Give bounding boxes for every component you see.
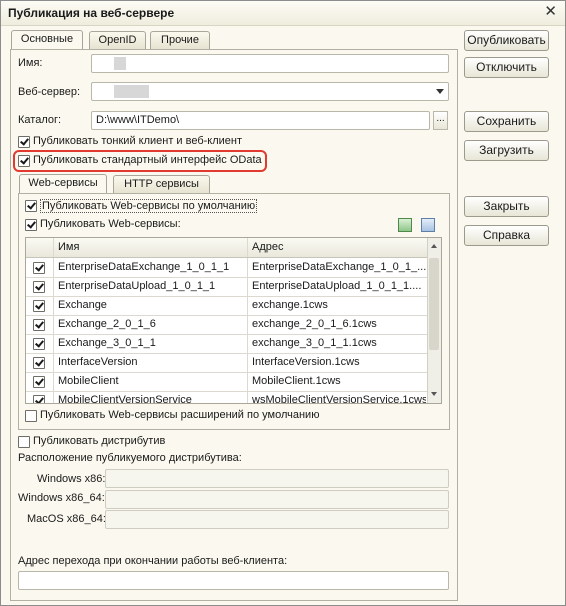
title-bar: Публикация на веб-сервере ✕	[1, 1, 565, 26]
row-checkbox[interactable]	[33, 395, 45, 403]
catalog-input[interactable]: D:\www\ITDemo\	[91, 111, 430, 130]
ws-default-checkbox[interactable]	[25, 200, 37, 212]
row-address: EnterpriseDataUpload_1_0_1_1....	[252, 280, 422, 292]
row-checkbox[interactable]	[33, 376, 45, 388]
table-header: Имя Адрес	[26, 238, 428, 258]
row-address: wsMobileClientVersionService.1cws	[252, 394, 426, 404]
ws-table: Имя Адрес EnterpriseDataExchange_1_0_1_1…	[25, 237, 442, 404]
win64-input[interactable]	[105, 490, 449, 509]
ws-default-label: Публиковать Web-сервисы по умолчанию	[40, 199, 258, 213]
scroll-down-icon[interactable]	[431, 392, 437, 396]
help-button[interactable]: Справка	[464, 225, 549, 246]
thin-client-label: Публиковать тонкий клиент и веб-клиент	[33, 135, 243, 147]
redirect-label: Адрес перехода при окончании работы веб-…	[18, 555, 288, 567]
row-address: exchange.1cws	[252, 299, 328, 311]
table-row[interactable]: MobileClient MobileClient.1cws	[26, 372, 427, 392]
publish-button[interactable]: Опубликовать	[464, 30, 549, 51]
server-select[interactable]	[91, 82, 449, 101]
row-checkbox[interactable]	[33, 281, 45, 293]
row-name: Exchange	[58, 299, 107, 311]
name-input[interactable]	[91, 54, 449, 73]
table-row[interactable]: EnterpriseDataUpload_1_0_1_1 EnterpriseDa…	[26, 277, 427, 297]
redacted-value	[114, 85, 149, 98]
disable-button[interactable]: Отключить	[464, 57, 549, 78]
load-button[interactable]: Загрузить	[464, 140, 549, 161]
row-address: exchange_3_0_1_1.1cws	[252, 337, 377, 349]
row-name: Exchange_3_0_1_1	[58, 337, 156, 349]
catalog-label: Каталог:	[18, 114, 62, 126]
close-button[interactable]: Закрыть	[464, 196, 549, 217]
table-row[interactable]: InterfaceVersion InterfaceVersion.1cws	[26, 353, 427, 373]
table-row[interactable]: Exchange_2_0_1_6 exchange_2_0_1_6.1cws	[26, 315, 427, 335]
row-name: MobileClient	[58, 375, 119, 387]
row-address: exchange_2_0_1_6.1cws	[252, 318, 377, 330]
col-address-header[interactable]: Адрес	[252, 238, 284, 257]
table-scrollbar[interactable]	[427, 238, 441, 403]
mac-input[interactable]	[105, 510, 449, 529]
row-name: EnterpriseDataUpload_1_0_1_1	[58, 280, 216, 292]
scroll-thumb[interactable]	[429, 258, 439, 350]
odata-label: Публиковать стандартный интерфейс OData	[33, 154, 262, 166]
redirect-input[interactable]	[18, 571, 449, 590]
uncheck-all-icon[interactable]	[421, 218, 435, 232]
thin-client-checkbox[interactable]	[18, 136, 30, 148]
distrib-label: Публиковать дистрибутив	[33, 435, 166, 447]
tab-other[interactable]: Прочие	[150, 31, 210, 49]
redacted-value	[114, 57, 126, 70]
ws-publish-label: Публиковать Web-сервисы:	[40, 218, 181, 230]
tab-web-services[interactable]: Web-сервисы	[19, 174, 107, 194]
server-label: Веб-сервер:	[18, 86, 81, 98]
win86-input[interactable]	[105, 469, 449, 488]
win64-label: Windows x86_64:	[18, 492, 105, 504]
save-button[interactable]: Сохранить	[464, 111, 549, 132]
distrib-checkbox[interactable]	[18, 436, 30, 448]
row-checkbox[interactable]	[33, 319, 45, 331]
catalog-value: D:\www\ITDemo\	[96, 114, 180, 126]
row-address: EnterpriseDataExchange_1_0_1_...	[252, 261, 426, 273]
table-row[interactable]: Exchange exchange.1cws	[26, 296, 427, 316]
row-checkbox[interactable]	[33, 338, 45, 350]
name-label: Имя:	[18, 57, 43, 69]
distrib-location-label: Расположение публикуемого дистрибутива:	[18, 452, 242, 464]
tab-openid[interactable]: OpenID	[89, 31, 146, 49]
chevron-down-icon	[436, 89, 444, 94]
odata-checkbox[interactable]	[18, 155, 30, 167]
row-checkbox[interactable]	[33, 300, 45, 312]
row-checkbox[interactable]	[33, 262, 45, 274]
win86-label: Windows x86:	[37, 473, 106, 485]
tab-http-services[interactable]: HTTP сервисы	[113, 175, 210, 193]
window-title: Публикация на веб-сервере	[8, 6, 175, 20]
row-checkbox[interactable]	[33, 357, 45, 369]
row-name: MobileClientVersionService	[58, 394, 192, 404]
browse-button[interactable]: ...	[433, 111, 448, 130]
check-all-icon[interactable]	[398, 218, 412, 232]
row-name: EnterpriseDataExchange_1_0_1_1	[58, 261, 230, 273]
ws-publish-checkbox[interactable]	[25, 219, 37, 231]
table-row[interactable]: Exchange_3_0_1_1 exchange_3_0_1_1.1cws	[26, 334, 427, 354]
col-name-header[interactable]: Имя	[58, 238, 79, 257]
scroll-up-icon[interactable]	[431, 244, 437, 248]
table-row[interactable]: EnterpriseDataExchange_1_0_1_1 Enterprise…	[26, 258, 427, 278]
row-name: Exchange_2_0_1_6	[58, 318, 156, 330]
mac-label: MacOS x86_64:	[27, 513, 106, 525]
tab-main[interactable]: Основные	[11, 30, 83, 50]
dialog-window: Публикация на веб-сервере ✕ Основные Ope…	[0, 0, 566, 606]
ws-extensions-label: Публиковать Web-сервисы расширений по ум…	[40, 409, 320, 421]
row-address: InterfaceVersion.1cws	[252, 356, 360, 368]
close-icon[interactable]: ✕	[544, 4, 557, 20]
table-row[interactable]: MobileClientVersionService wsMobileClient…	[26, 391, 427, 404]
row-address: MobileClient.1cws	[252, 375, 341, 387]
ws-extensions-checkbox[interactable]	[25, 410, 37, 422]
row-name: InterfaceVersion	[58, 356, 138, 368]
